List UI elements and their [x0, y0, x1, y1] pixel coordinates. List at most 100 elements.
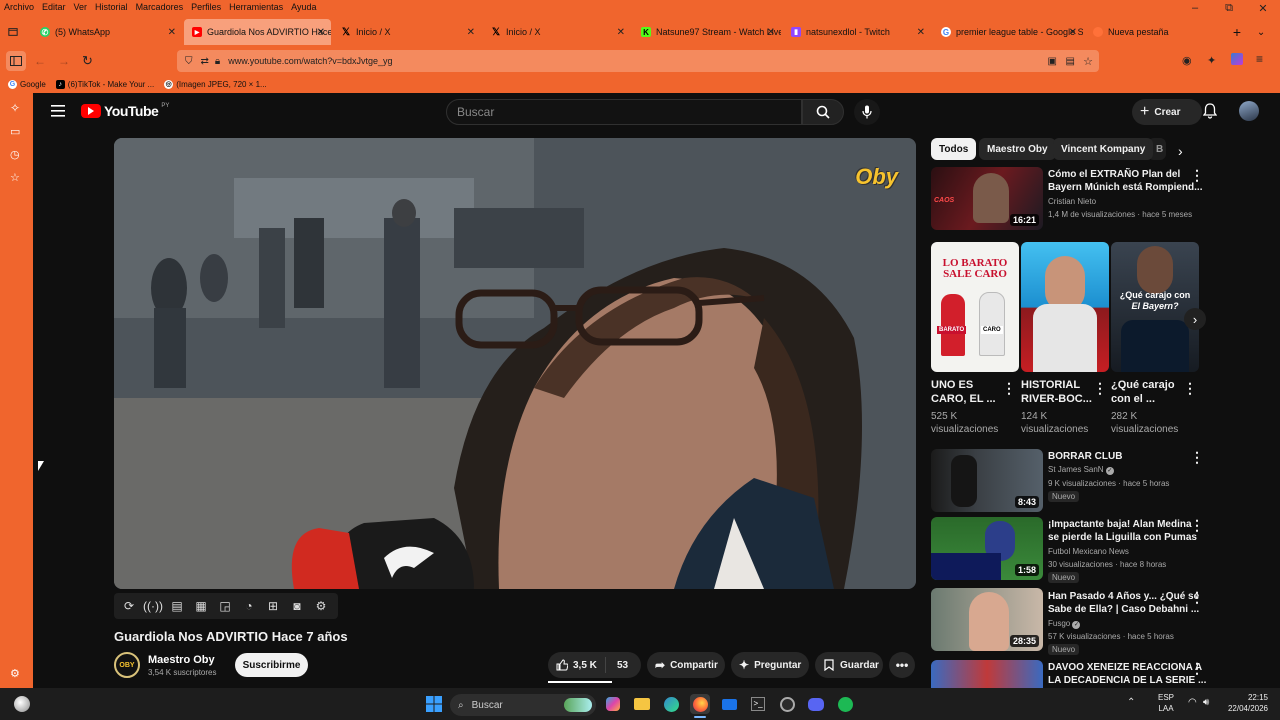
tab-x-2[interactable]: 𝕏 Inicio / X ✕: [483, 19, 631, 45]
bookmark-google[interactable]: G Google: [8, 79, 46, 89]
sidebar-toggle-icon[interactable]: [6, 51, 26, 71]
wifi-icon[interactable]: ◠: [1188, 697, 1197, 708]
close-icon[interactable]: ✕: [168, 27, 176, 38]
menu-archivo[interactable]: Archivo: [0, 0, 38, 14]
voice-search-button[interactable]: [854, 99, 880, 125]
rec-channel[interactable]: Cristian Nieto: [1048, 197, 1096, 206]
dislike-button[interactable]: 53: [606, 660, 628, 671]
spotify-icon[interactable]: [835, 694, 855, 714]
shorts-next-button[interactable]: ›: [1184, 308, 1206, 330]
short-thumbnail-1[interactable]: LO BARATO SALE CARO BARATO CARO: [931, 242, 1019, 372]
camera-screenshot-icon[interactable]: ◙: [288, 597, 306, 615]
rec-thumbnail[interactable]: 1:58: [931, 517, 1043, 580]
chip-vincent-kompany[interactable]: Vincent Kompany: [1053, 138, 1154, 160]
tab-twitch[interactable]: ▮ natsunexdlol - Twitch ✕: [783, 19, 931, 45]
more-vertical-icon[interactable]: ⋮: [1190, 168, 1204, 182]
video-player[interactable]: Oby: [114, 138, 916, 589]
github-desktop-icon[interactable]: [777, 694, 797, 714]
app-menu-icon[interactable]: ≡: [1256, 52, 1263, 66]
list-tabs-icon[interactable]: ⌄: [1249, 19, 1273, 45]
more-vertical-icon[interactable]: ⋮: [1190, 661, 1204, 675]
short-title-line2[interactable]: con el ...: [1111, 393, 1155, 406]
reader-view-icon[interactable]: ▤: [1066, 56, 1075, 67]
tab-new[interactable]: Nueva pestaña: [1085, 19, 1225, 45]
rec-title[interactable]: BORRAR CLUB: [1048, 450, 1122, 463]
playlist-icon[interactable]: ▤: [168, 597, 186, 615]
firefox-taskbar-icon[interactable]: [690, 694, 710, 714]
synced-tabs-icon[interactable]: ▭: [10, 125, 20, 138]
rec-title[interactable]: ¡Impactante baja! Alan Medina: [1048, 518, 1192, 531]
rec-thumbnail[interactable]: [931, 660, 1043, 688]
tab-overview-icon[interactable]: [0, 19, 26, 45]
notifications-bell-icon[interactable]: [1203, 103, 1217, 119]
youtube-logo[interactable]: YouTube PY: [81, 103, 169, 119]
windows-start-icon[interactable]: [424, 694, 444, 714]
chevron-right-icon[interactable]: ›: [1178, 143, 1183, 159]
menu-editar[interactable]: Editar: [38, 0, 70, 14]
rec-thumbnail[interactable]: CAOS 16:21: [931, 167, 1043, 230]
user-avatar[interactable]: [1239, 101, 1259, 121]
tab-x-1[interactable]: 𝕏 Inicio / X ✕: [333, 19, 481, 45]
weather-widget-icon[interactable]: [14, 696, 30, 712]
filmstrip-icon[interactable]: ▦: [192, 597, 210, 615]
rec-thumbnail[interactable]: 8:43: [931, 449, 1043, 512]
discord-icon[interactable]: [806, 694, 826, 714]
edge-icon[interactable]: [661, 694, 681, 714]
file-explorer-icon[interactable]: [632, 694, 652, 714]
rec-title[interactable]: DAVOO XENEIZE REACCIONA A: [1048, 661, 1202, 674]
hamburger-menu-icon[interactable]: [51, 105, 65, 117]
more-actions-button[interactable]: •••: [889, 652, 915, 678]
mail-icon[interactable]: [719, 694, 739, 714]
channel-watermark[interactable]: Oby: [855, 164, 898, 190]
short-title-line2[interactable]: CARO, EL ...: [931, 393, 996, 406]
chip-maestro-oby[interactable]: Maestro Oby: [979, 138, 1056, 160]
history-icon[interactable]: ◷: [10, 148, 20, 161]
permissions-icon[interactable]: ⇄: [201, 56, 209, 67]
broadcast-icon[interactable]: ((·)): [143, 597, 163, 615]
short-title[interactable]: UNO ES: [931, 379, 973, 392]
shield-icon[interactable]: ⛉: [185, 56, 193, 67]
short-title-line2[interactable]: RIVER-BOC...: [1021, 393, 1092, 406]
menu-perfiles[interactable]: Perfiles: [187, 0, 225, 14]
channel-avatar[interactable]: OBY: [114, 652, 140, 678]
rec-channel[interactable]: St James SanN ✓: [1048, 465, 1114, 475]
save-button[interactable]: Guardar: [815, 652, 883, 678]
more-vertical-icon[interactable]: ⋮: [1190, 590, 1204, 604]
taskbar-search[interactable]: ⌕ Buscar: [450, 694, 596, 716]
copilot-icon[interactable]: [603, 694, 623, 714]
extensions-icon[interactable]: ✦: [1207, 54, 1216, 67]
rec-title[interactable]: Han Pasado 4 Años y... ¿Qué se: [1048, 590, 1199, 603]
more-vertical-icon[interactable]: ⋮: [1183, 381, 1197, 395]
address-bar[interactable]: ⛉ ⇄ 🔒︎ www.youtube.com/watch?v=bdxJvtge_…: [177, 50, 1099, 72]
minimize-button[interactable]: –: [1178, 0, 1212, 16]
rec-title-line2[interactable]: se pierde la Liguilla con Pumas: [1048, 531, 1197, 544]
bookmarks-icon[interactable]: ☆: [10, 171, 20, 184]
chip-partial[interactable]: B: [1148, 138, 1166, 160]
tab-kick[interactable]: K Natsune97 Stream - Watch Live ✕: [633, 19, 781, 45]
bookmark-image[interactable]: ◎ (Imagen JPEG, 720 × 1...: [164, 79, 267, 89]
search-input[interactable]: Buscar: [446, 99, 802, 125]
loop-icon[interactable]: ⟳: [120, 597, 138, 615]
menu-ver[interactable]: Ver: [70, 0, 92, 14]
gear-icon[interactable]: ⚙: [312, 597, 330, 615]
clock[interactable]: 22:15 22/04/2026: [1222, 692, 1268, 714]
tray-chevron-icon[interactable]: ⌃: [1127, 697, 1135, 708]
settings-gear-icon[interactable]: ⚙: [10, 667, 20, 680]
ask-button[interactable]: ✦ Preguntar: [731, 652, 809, 678]
tab-google[interactable]: G premier league table - Google S ✕: [933, 19, 1083, 45]
close-icon[interactable]: ✕: [317, 27, 325, 38]
create-button[interactable]: + Crear: [1132, 99, 1202, 125]
close-icon[interactable]: ✕: [767, 27, 775, 38]
screenshot-icon[interactable]: ▣: [1048, 56, 1057, 67]
short-thumbnail-3[interactable]: ¿Qué carajo con El Bayern?: [1111, 242, 1199, 372]
language-indicator[interactable]: ESP LAA: [1158, 692, 1174, 714]
pip-icon[interactable]: ◲: [216, 597, 234, 615]
url-text[interactable]: www.youtube.com/watch?v=bdxJvtge_yg: [228, 56, 392, 66]
more-vertical-icon[interactable]: ⋮: [1002, 381, 1016, 395]
account-icon[interactable]: ◉: [1182, 54, 1192, 67]
short-thumbnail-2[interactable]: [1021, 242, 1109, 372]
new-tab-button[interactable]: +: [1225, 19, 1249, 45]
rec-channel[interactable]: Futbol Mexicano News: [1048, 547, 1129, 556]
menu-ayuda[interactable]: Ayuda: [287, 0, 320, 14]
menu-herramientas[interactable]: Herramientas: [225, 0, 287, 14]
